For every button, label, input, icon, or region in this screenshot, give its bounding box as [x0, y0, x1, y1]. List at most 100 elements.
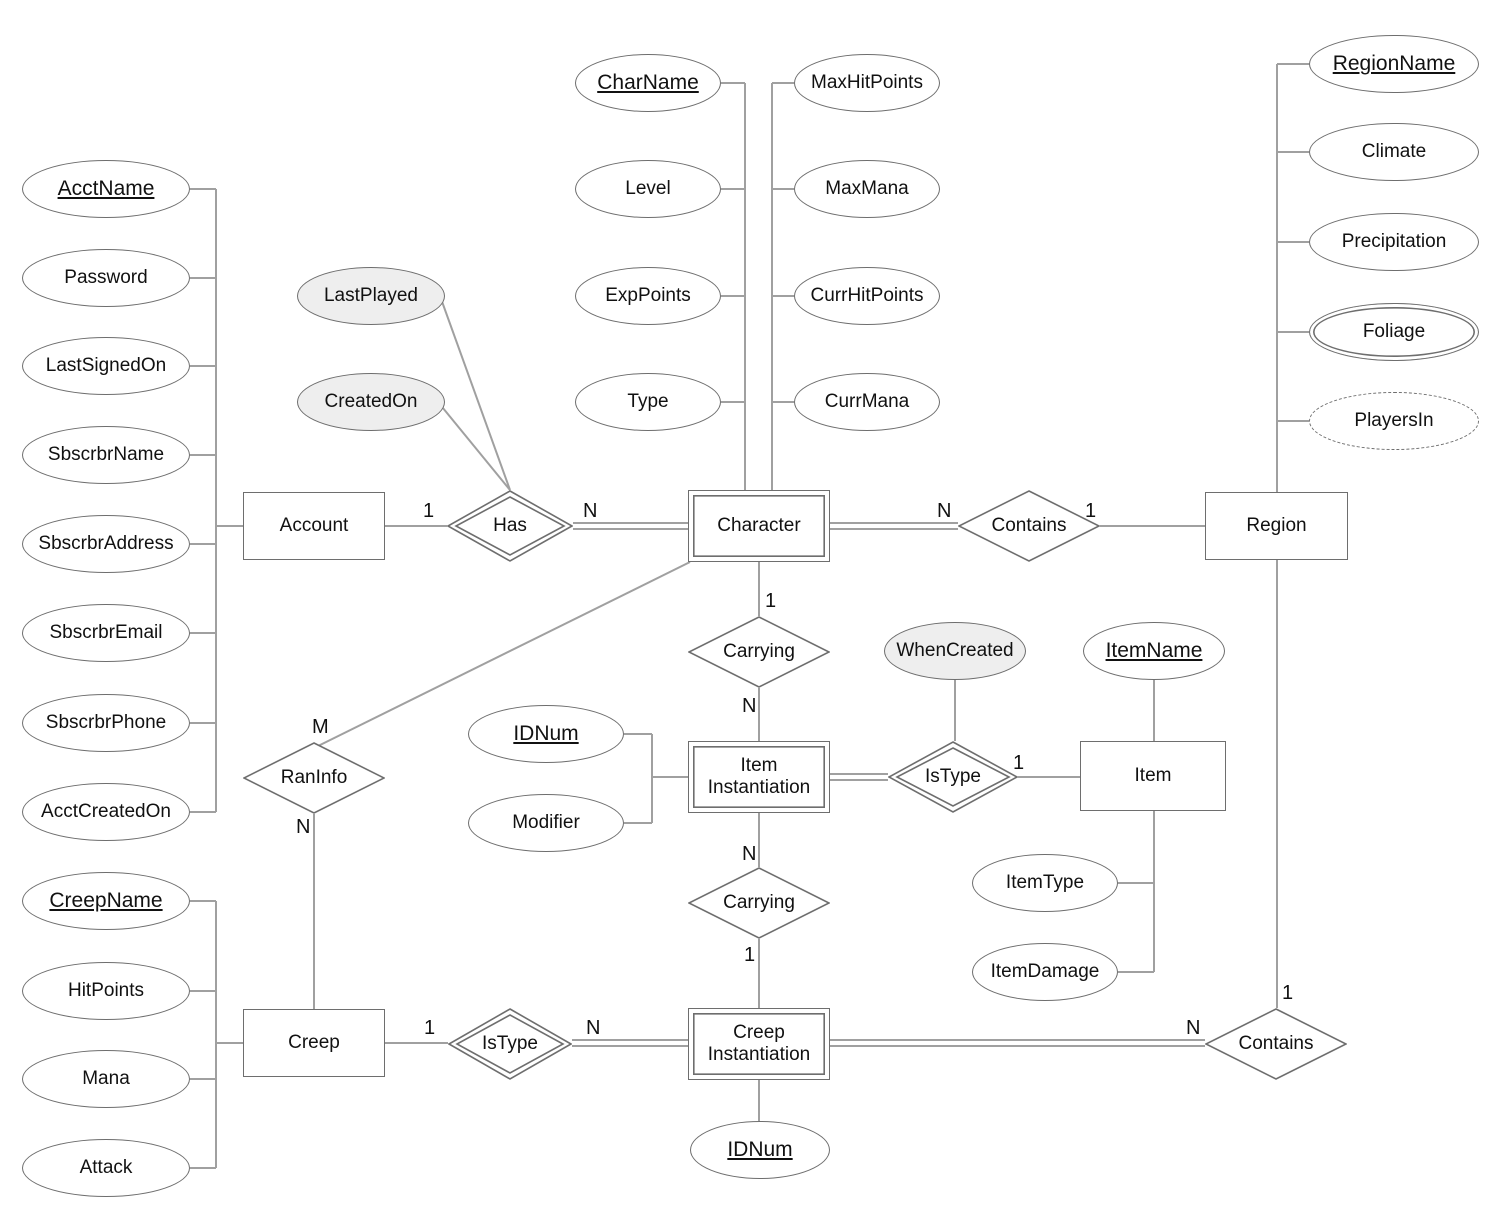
- attribute-label: CreatedOn: [324, 390, 418, 412]
- attribute-level[interactable]: Level: [575, 160, 721, 218]
- attribute-label: Precipitation: [1341, 230, 1447, 252]
- entity-item[interactable]: Item: [1080, 741, 1226, 811]
- attribute-label: ExpPoints: [605, 284, 691, 306]
- attribute-label: ItemName: [1105, 639, 1203, 663]
- attribute-label: Foliage: [1362, 320, 1426, 342]
- cardinality-raninfo-n: N: [296, 816, 311, 838]
- attribute-currmana[interactable]: CurrMana: [794, 373, 940, 431]
- attribute-label: MaxHitPoints: [811, 71, 923, 93]
- attribute-sbscrbraddress[interactable]: SbscrbrAddress: [22, 515, 190, 573]
- attribute-creepname[interactable]: CreepName: [22, 872, 190, 930]
- relationship-carrying-character-item[interactable]: Carrying: [688, 616, 830, 688]
- attribute-label: AcctName: [57, 177, 155, 201]
- attribute-label: ItemDamage: [990, 960, 1100, 982]
- entity-account[interactable]: Account: [243, 492, 385, 560]
- attribute-foliage[interactable]: Foliage: [1309, 303, 1479, 361]
- attribute-charname[interactable]: CharName: [575, 54, 721, 112]
- relationship-label: IsType: [482, 1033, 538, 1054]
- relationship-has[interactable]: Has: [447, 490, 573, 562]
- relationship-carrying-item-creep[interactable]: Carrying: [688, 867, 830, 939]
- attribute-acctname[interactable]: AcctName: [22, 160, 190, 218]
- attribute-climate[interactable]: Climate: [1309, 123, 1479, 181]
- relationship-label: Contains: [1238, 1033, 1314, 1054]
- attribute-label: Attack: [79, 1156, 133, 1178]
- entity-label: Character: [717, 514, 801, 536]
- attribute-label: CurrMana: [824, 390, 910, 412]
- attribute-label: LastSignedOn: [45, 354, 167, 376]
- attribute-attack[interactable]: Attack: [22, 1139, 190, 1197]
- relationship-istype-creep[interactable]: IsType: [448, 1008, 572, 1080]
- attribute-whencreated[interactable]: WhenCreated: [884, 622, 1026, 680]
- cardinality-character-carrying: 1: [765, 590, 777, 612]
- cardinality-carrying-iteminst: N: [742, 695, 757, 717]
- attribute-label: WhenCreated: [896, 639, 1014, 661]
- attribute-idnum-item[interactable]: IDNum: [468, 705, 624, 763]
- attribute-idnum-creep[interactable]: IDNum: [690, 1121, 830, 1179]
- attribute-mana[interactable]: Mana: [22, 1050, 190, 1108]
- cardinality-iteminst-carrying: N: [742, 843, 757, 865]
- relationship-label: Contains: [991, 515, 1067, 536]
- cardinality-character-contains: N: [937, 500, 952, 522]
- attribute-label: Type: [627, 390, 669, 412]
- relationship-label: IsType: [925, 766, 981, 787]
- attribute-label: MaxMana: [825, 177, 909, 199]
- cardinality-istype-creepinst: N: [586, 1017, 601, 1039]
- attribute-currhitpoints[interactable]: CurrHitPoints: [794, 267, 940, 325]
- entity-label: Item: [1134, 764, 1172, 786]
- entity-creep[interactable]: Creep: [243, 1009, 385, 1077]
- attribute-acctcreatedon[interactable]: AcctCreatedOn: [22, 783, 190, 841]
- attribute-hitpoints[interactable]: HitPoints: [22, 962, 190, 1020]
- attribute-password[interactable]: Password: [22, 249, 190, 307]
- relationship-istype-item[interactable]: IsType: [888, 741, 1018, 813]
- entity-character[interactable]: Character: [688, 490, 830, 562]
- cardinality-creep-istype: 1: [424, 1017, 436, 1039]
- attribute-itemdamage[interactable]: ItemDamage: [972, 943, 1118, 1001]
- relationship-label: Carrying: [723, 892, 795, 913]
- attribute-exppoints[interactable]: ExpPoints: [575, 267, 721, 325]
- entity-label: Creep: [288, 1031, 340, 1053]
- attribute-maxmana[interactable]: MaxMana: [794, 160, 940, 218]
- entity-label: Account: [279, 514, 349, 536]
- entity-label: Item Instantiation: [707, 754, 811, 798]
- attribute-label: CurrHitPoints: [810, 284, 924, 306]
- relationship-raninfo[interactable]: RanInfo: [243, 742, 385, 814]
- attribute-label: HitPoints: [67, 979, 145, 1001]
- attribute-lastplayed[interactable]: LastPlayed: [297, 267, 445, 325]
- attribute-label: CreepName: [49, 889, 163, 913]
- attribute-lastsignedon[interactable]: LastSignedOn: [22, 337, 190, 395]
- attribute-modifier[interactable]: Modifier: [468, 794, 624, 852]
- attribute-label: SbscrbrEmail: [49, 621, 163, 643]
- relationship-label: Carrying: [723, 641, 795, 662]
- attribute-itemname[interactable]: ItemName: [1083, 622, 1225, 680]
- entity-region[interactable]: Region: [1205, 492, 1348, 560]
- attribute-sbscrbremail[interactable]: SbscrbrEmail: [22, 604, 190, 662]
- attribute-label: PlayersIn: [1354, 409, 1434, 431]
- attribute-label: AcctCreatedOn: [41, 800, 171, 822]
- er-diagram-canvas: AcctName Password LastSignedOn SbscrbrNa…: [0, 0, 1500, 1228]
- attribute-playersin[interactable]: PlayersIn: [1309, 392, 1479, 450]
- attribute-label: ItemType: [1005, 871, 1085, 893]
- attribute-sbscrbrphone[interactable]: SbscrbrPhone: [22, 694, 190, 752]
- attribute-label: SbscrbrName: [47, 443, 165, 465]
- attribute-regionname[interactable]: RegionName: [1309, 35, 1479, 93]
- cardinality-creepinst-contains: N: [1186, 1017, 1201, 1039]
- cardinality-has-character: N: [583, 500, 598, 522]
- relationship-contains-creep[interactable]: Contains: [1205, 1008, 1347, 1080]
- attribute-type[interactable]: Type: [575, 373, 721, 431]
- attribute-label: SbscrbrAddress: [38, 532, 174, 554]
- entity-label: Creep Instantiation: [707, 1021, 811, 1065]
- cardinality-carrying-creepinst: 1: [744, 944, 756, 966]
- entity-creep-instantiation[interactable]: Creep Instantiation: [688, 1008, 830, 1080]
- attribute-sbscrbrname[interactable]: SbscrbrName: [22, 426, 190, 484]
- cardinality-contains-region2: 1: [1282, 982, 1294, 1004]
- attribute-precipitation[interactable]: Precipitation: [1309, 213, 1479, 271]
- attribute-label: Mana: [82, 1067, 130, 1089]
- entity-item-instantiation[interactable]: Item Instantiation: [688, 741, 830, 813]
- attribute-label: Password: [64, 266, 148, 288]
- attribute-itemtype[interactable]: ItemType: [972, 854, 1118, 912]
- relationship-label: RanInfo: [280, 767, 348, 788]
- attribute-label: LastPlayed: [323, 284, 418, 306]
- attribute-createdon[interactable]: CreatedOn: [297, 373, 445, 431]
- relationship-contains-region[interactable]: Contains: [958, 490, 1100, 562]
- attribute-maxhitpoints[interactable]: MaxHitPoints: [794, 54, 940, 112]
